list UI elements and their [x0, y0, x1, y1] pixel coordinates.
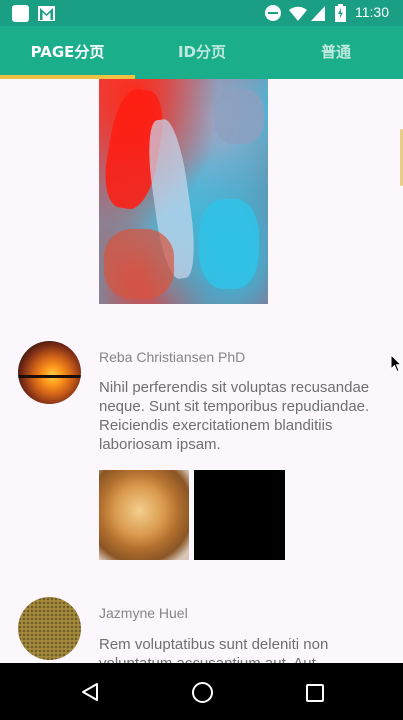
author-name: Reba Christiansen PhD	[99, 349, 246, 365]
tab-id-pagination[interactable]: ID分页	[135, 26, 269, 79]
art-stroke-blue-grey	[214, 89, 264, 144]
cellular-signal-icon	[311, 6, 325, 21]
battery-charging-icon	[335, 4, 346, 22]
bread-photo[interactable]	[99, 470, 189, 560]
art-stroke-orange	[104, 229, 174, 299]
wifi-icon	[289, 6, 307, 21]
mouse-cursor-icon	[390, 354, 402, 373]
gmail-icon	[38, 6, 55, 21]
recents-icon[interactable]	[306, 684, 324, 702]
tab-page-pagination[interactable]: PAGE分页	[0, 26, 135, 79]
post-text: Rem voluptatibus sunt deleniti non volup…	[99, 636, 329, 663]
art-stroke-cyan	[199, 199, 259, 289]
avatar[interactable]	[18, 597, 81, 660]
abstract-painting-photo[interactable]	[98, 79, 268, 304]
navigation-bar	[0, 663, 403, 720]
status-bar: 11:30	[0, 0, 403, 26]
status-time: 11:30	[355, 4, 389, 20]
avatar[interactable]	[18, 341, 81, 404]
app-icon	[12, 5, 29, 22]
tab-normal[interactable]: 普通	[269, 26, 403, 79]
back-icon[interactable]	[80, 682, 100, 702]
author-name: Jazmyne Huel	[99, 605, 188, 621]
home-icon[interactable]	[192, 682, 213, 703]
feed-list[interactable]: Reba Christiansen PhD Nihil perferendis …	[0, 79, 403, 663]
do-not-disturb-icon	[265, 5, 281, 21]
black-photo[interactable]	[194, 470, 285, 560]
tab-bar: PAGE分页 ID分页 普通	[0, 26, 403, 79]
post-text: Nihil perferendis sit voluptas recusanda…	[99, 379, 370, 453]
